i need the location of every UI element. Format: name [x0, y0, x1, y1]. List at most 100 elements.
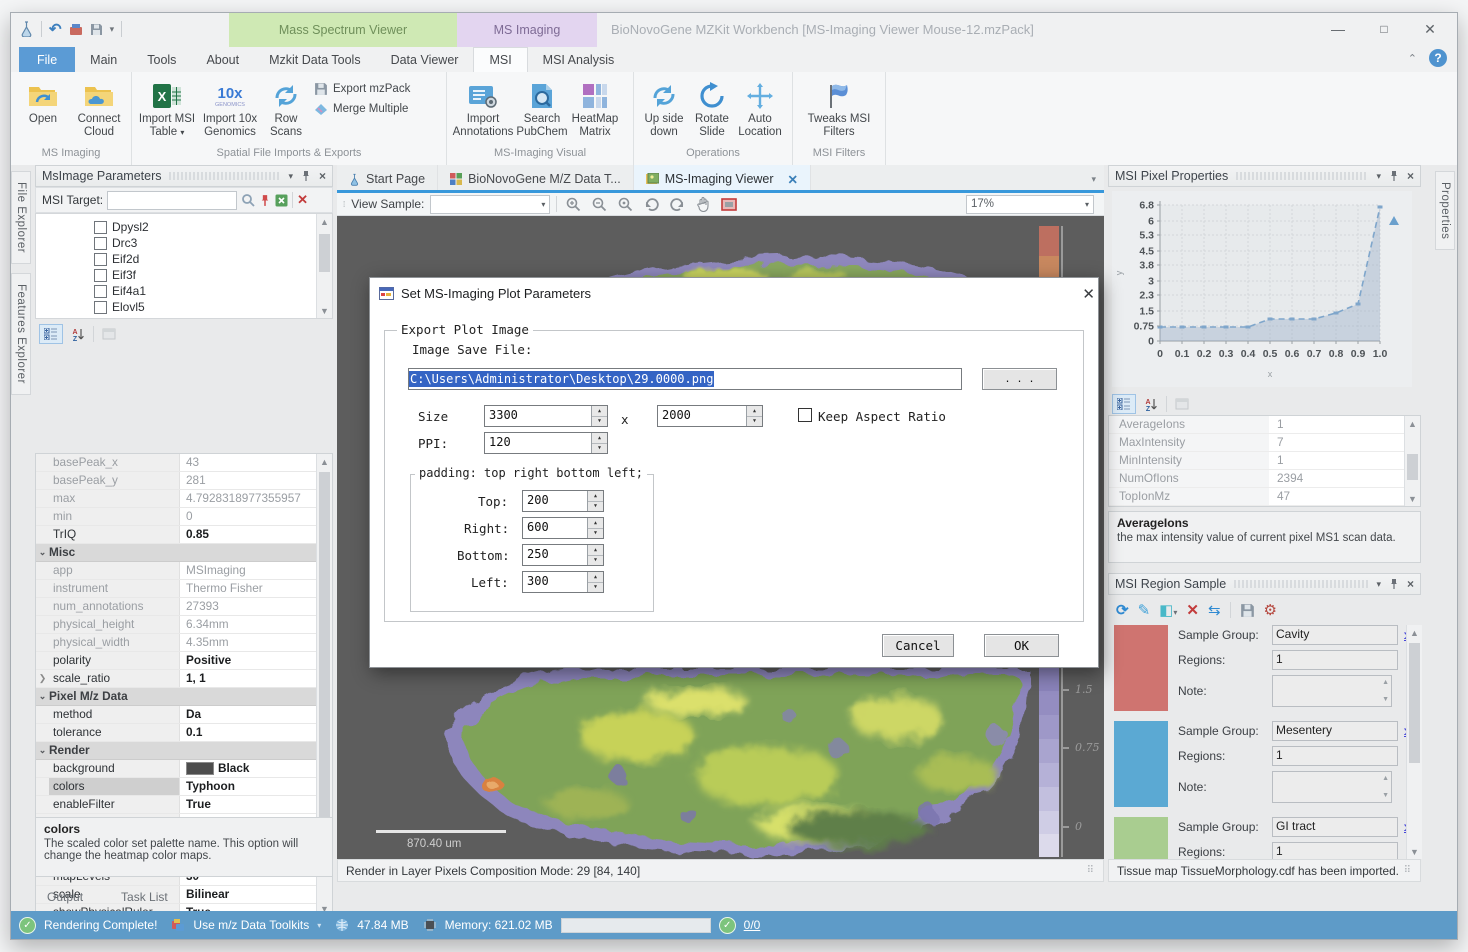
gene-list-item[interactable]: Eif2d: [36, 251, 332, 267]
collapse-icon[interactable]: ⌄: [36, 742, 49, 759]
tab-data-viewer[interactable]: Data Viewer: [376, 47, 474, 72]
keep-aspect-label[interactable]: Keep Aspect Ratio: [818, 409, 946, 424]
image-save-file-input[interactable]: C:\Users\Administrator\Desktop\29.0000.p…: [408, 368, 962, 390]
sample-group-input[interactable]: GI tract: [1272, 817, 1398, 837]
property-row[interactable]: max4.7928318977355957: [36, 490, 317, 508]
auto-location-button[interactable]: Auto Location: [734, 76, 786, 139]
pan-hand-icon[interactable]: [693, 197, 713, 212]
tab-ms-imaging-viewer[interactable]: MS-Imaging Viewer ✕: [634, 165, 811, 193]
property-value[interactable]: 4.35mm: [180, 634, 317, 651]
tab-overflow-icon[interactable]: ▾: [1091, 174, 1096, 185]
import-msi-table-button[interactable]: X Import MSI Table ▾: [136, 76, 198, 139]
zoom-level-combo[interactable]: 17%▾: [966, 195, 1094, 214]
alphabetical-sort-icon[interactable]: AZ: [67, 325, 89, 343]
workspace-button[interactable]: [69, 23, 83, 36]
property-category-row[interactable]: ⌄Render: [36, 742, 317, 760]
padding-bottom-spinner[interactable]: 250▲▼: [522, 544, 604, 566]
tab-msi-analysis[interactable]: MSI Analysis: [528, 47, 630, 72]
close-tab-icon[interactable]: ✕: [788, 172, 798, 187]
pixel-props-scrollbar[interactable]: ▲ ▼: [1404, 416, 1420, 506]
minimize-button[interactable]: —: [1315, 13, 1361, 45]
tab-tools[interactable]: Tools: [132, 47, 191, 72]
roi-select-icon[interactable]: [719, 198, 739, 211]
keep-aspect-checkbox[interactable]: [798, 408, 812, 422]
merge-multiple-button[interactable]: Merge Multiple: [314, 102, 410, 116]
property-row[interactable]: min0: [36, 508, 317, 526]
save-region-icon[interactable]: [1240, 603, 1255, 618]
undo-button[interactable]: ↶: [49, 20, 62, 38]
property-row[interactable]: instrumentThermo Fisher: [36, 580, 317, 598]
rotate-left-icon[interactable]: [641, 197, 661, 211]
help-icon[interactable]: ?: [1429, 49, 1447, 67]
alphabetical-sort-icon[interactable]: AZ: [1140, 395, 1162, 413]
region-color-swatch[interactable]: [1114, 817, 1168, 859]
gene-checkbox[interactable]: [94, 253, 107, 266]
sidebar-tab-file-explorer[interactable]: File Explorer: [11, 171, 31, 264]
tweaks-msi-filters-button[interactable]: Tweaks MSI Filters: [806, 76, 872, 139]
regions-count-input[interactable]: 1: [1272, 842, 1398, 859]
property-category-row[interactable]: ⌄Pixel M/z Data: [36, 688, 317, 706]
qat-customize-dropdown[interactable]: ▾: [110, 24, 115, 35]
property-value[interactable]: Positive: [180, 652, 317, 669]
rotate-slide-button[interactable]: Rotate Slide: [690, 76, 734, 139]
import-annotations-button[interactable]: Import Annotations: [451, 76, 515, 139]
sidebar-tab-properties[interactable]: Properties: [1435, 171, 1455, 250]
connect-cloud-button[interactable]: Connect Cloud: [71, 76, 127, 139]
padding-right-spinner[interactable]: 600▲▼: [522, 517, 604, 539]
regions-count-input[interactable]: 1: [1272, 746, 1398, 766]
region-color-swatch[interactable]: [1114, 625, 1168, 711]
msi-region-sample-header[interactable]: MSI Region Sample ▾ ×: [1108, 573, 1421, 595]
property-value[interactable]: Typhoon: [180, 778, 317, 795]
delete-region-icon[interactable]: ✕: [1186, 601, 1199, 619]
zoom-out-icon[interactable]: [589, 197, 609, 212]
sample-group-input[interactable]: Cavity: [1272, 625, 1398, 645]
search-pubchem-button[interactable]: Search PubChem: [515, 76, 569, 139]
msi-pixel-properties-header[interactable]: MSI Pixel Properties ▾ ×: [1108, 165, 1421, 187]
property-value[interactable]: Da: [180, 706, 317, 723]
region-list-scrollbar[interactable]: ▲ ▼: [1406, 625, 1422, 859]
pixel-property-row[interactable]: NumOfIons2394: [1109, 470, 1405, 488]
view-sample-combo[interactable]: ▾: [430, 195, 550, 214]
toolkit-selector[interactable]: Use m/z Data Toolkits: [193, 918, 309, 932]
pixel-property-row[interactable]: MinIntensity1: [1109, 452, 1405, 470]
note-textarea[interactable]: ▲▼: [1272, 771, 1392, 803]
pixel-property-row[interactable]: TopIonMz47: [1109, 488, 1405, 506]
row-scans-button[interactable]: Row Scans: [262, 76, 310, 139]
property-value[interactable]: Thermo Fisher: [180, 580, 317, 597]
tab-mzkit-data-tools[interactable]: Mzkit Data Tools: [254, 47, 375, 72]
excel-export-icon[interactable]: [275, 194, 288, 207]
dialog-title-bar[interactable]: Set MS-Imaging Plot Parameters ✕: [370, 278, 1107, 308]
region-color-swatch[interactable]: [1114, 721, 1168, 807]
tab-task-list[interactable]: Task List: [115, 887, 174, 907]
property-value[interactable]: 6.34mm: [180, 616, 317, 633]
tab-mz-data[interactable]: BioNovoGene M/Z Data T...: [438, 165, 634, 193]
gene-list-scrollbar[interactable]: ▲ ▼: [316, 214, 332, 318]
pin-target-icon[interactable]: [259, 194, 271, 207]
pixel-property-row[interactable]: AverageIons1: [1109, 416, 1405, 434]
property-row[interactable]: tolerance0.1: [36, 724, 317, 742]
save-button[interactable]: [90, 23, 103, 36]
browse-button[interactable]: . . .: [982, 368, 1057, 390]
gene-checkbox[interactable]: [94, 269, 107, 282]
property-row[interactable]: physical_height6.34mm: [36, 616, 317, 634]
property-row[interactable]: methodDa: [36, 706, 317, 724]
property-value[interactable]: True: [180, 796, 317, 813]
property-category-row[interactable]: ⌄Misc: [36, 544, 317, 562]
pin-icon[interactable]: [1389, 170, 1399, 182]
panel-menu-icon[interactable]: ▾: [1376, 171, 1381, 182]
property-value[interactable]: 43: [180, 454, 317, 471]
sample-group-input[interactable]: Mesentery: [1272, 721, 1398, 741]
pin-icon[interactable]: [301, 170, 311, 182]
property-row[interactable]: enableFilterTrue: [36, 796, 317, 814]
close-button[interactable]: ✕: [1407, 13, 1453, 45]
edit-copy-icon[interactable]: ✎: [1138, 601, 1151, 619]
cancel-button[interactable]: Cancel: [882, 634, 954, 657]
tab-main[interactable]: Main: [75, 47, 132, 72]
tab-start-page[interactable]: Start Page: [337, 165, 438, 193]
property-value[interactable]: 27393: [180, 598, 317, 615]
panel-menu-icon[interactable]: ▾: [288, 171, 293, 182]
property-value[interactable]: MSImaging: [180, 562, 317, 579]
toolkit-dropdown-icon[interactable]: ▾: [317, 921, 321, 930]
dialog-close-icon[interactable]: ✕: [1082, 285, 1095, 303]
property-value[interactable]: 1, 1: [180, 670, 317, 687]
